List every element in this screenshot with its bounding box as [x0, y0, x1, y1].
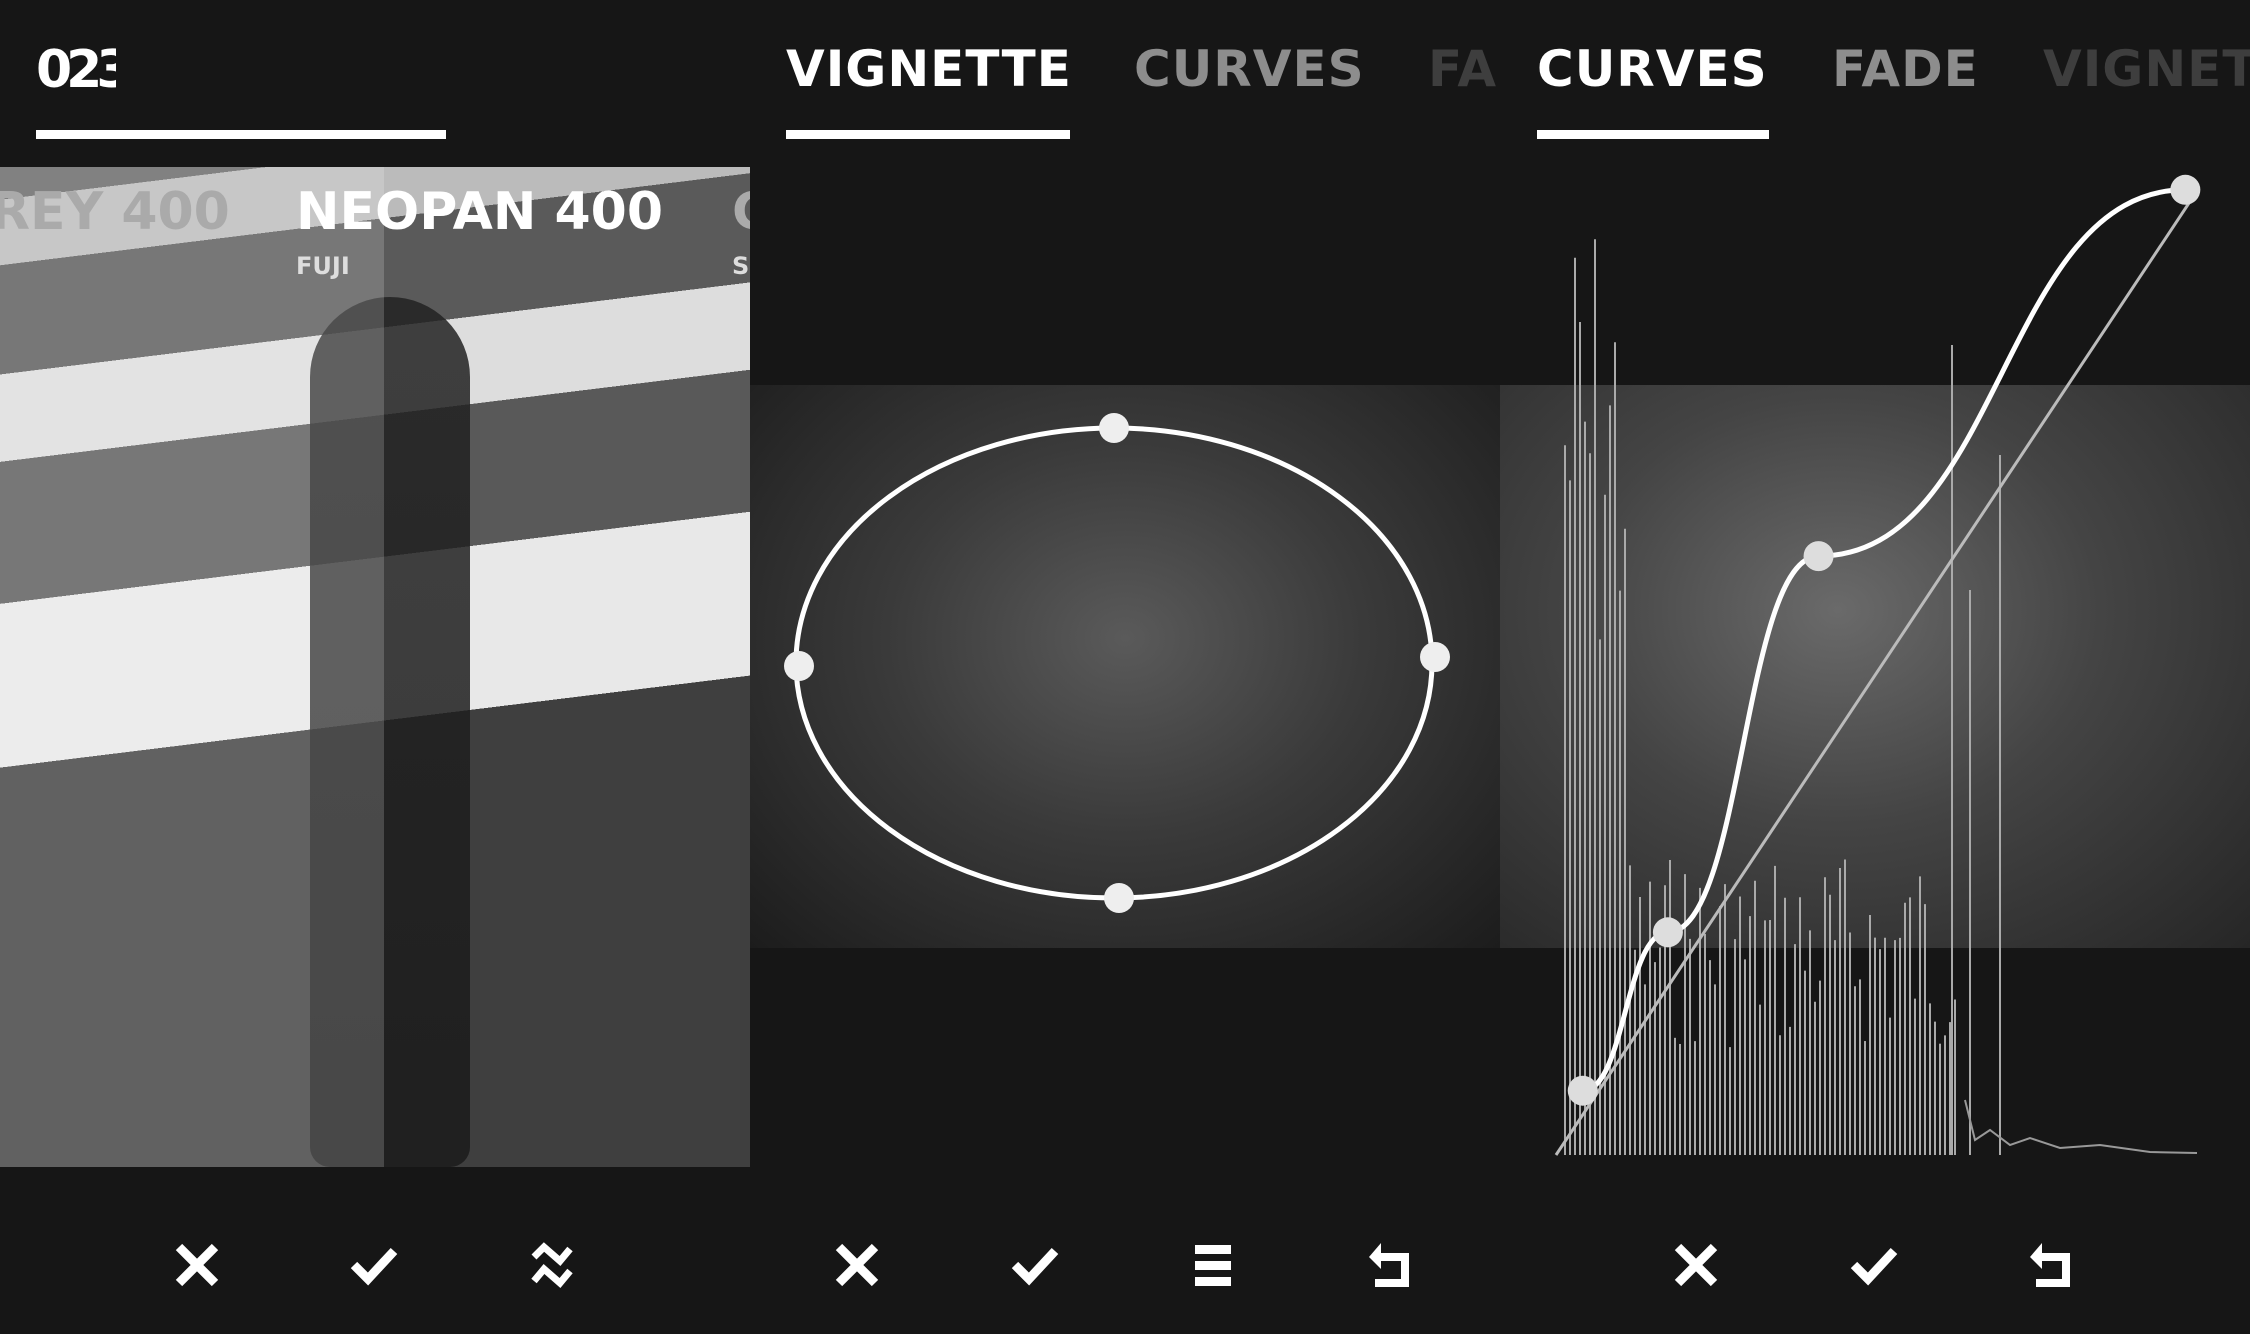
undo-icon[interactable]	[1361, 1235, 1421, 1295]
progress-underline	[36, 130, 446, 139]
histogram	[1564, 239, 2198, 1155]
curve-point-3[interactable]	[2170, 174, 2201, 205]
check-icon[interactable]	[344, 1235, 404, 1295]
film-name-prev[interactable]: REY 400	[0, 182, 230, 242]
curves-editor[interactable]	[1500, 0, 2250, 1334]
preview-photo-street: REY 400 NEOPAN 400 FUJI C S	[0, 167, 750, 1167]
film-name-next[interactable]: C	[732, 182, 750, 242]
close-icon[interactable]	[1666, 1235, 1726, 1295]
curve-point-0[interactable]	[1567, 1075, 1598, 1106]
menu-icon[interactable]	[1183, 1235, 1243, 1295]
close-icon[interactable]	[167, 1235, 227, 1295]
check-icon[interactable]	[1844, 1235, 1904, 1295]
curves-panel: CURVES FADE VIGNET	[1500, 0, 2250, 1334]
curve-point-1[interactable]	[1652, 917, 1683, 948]
film-name-current[interactable]: NEOPAN 400	[296, 182, 663, 242]
compare-split	[0, 167, 384, 1167]
film-brand-current: FUJI	[296, 252, 350, 280]
check-icon[interactable]	[1005, 1235, 1065, 1295]
film-panel: 023 REY 400 NEOPAN 400 FUJI C S	[0, 0, 750, 1334]
vignette-handle-right[interactable]	[1420, 642, 1450, 672]
vignette-handle-top[interactable]	[1099, 413, 1129, 443]
vignette-panel: VIGNETTE CURVES FA	[750, 0, 1500, 1334]
vignette-ellipse[interactable]	[793, 425, 1435, 901]
curve-point-2[interactable]	[1803, 541, 1834, 572]
vignette-handle-bottom[interactable]	[1104, 883, 1134, 913]
undo-icon[interactable]	[2022, 1235, 2082, 1295]
counter: 023	[36, 40, 116, 100]
close-icon[interactable]	[827, 1235, 887, 1295]
vignette-handle-left[interactable]	[784, 651, 814, 681]
curve-baseline	[1554, 190, 2199, 1156]
shuffle-icon[interactable]	[522, 1235, 582, 1295]
vignette-overlay[interactable]	[750, 0, 1500, 1334]
film-brand-next: S	[732, 252, 750, 280]
